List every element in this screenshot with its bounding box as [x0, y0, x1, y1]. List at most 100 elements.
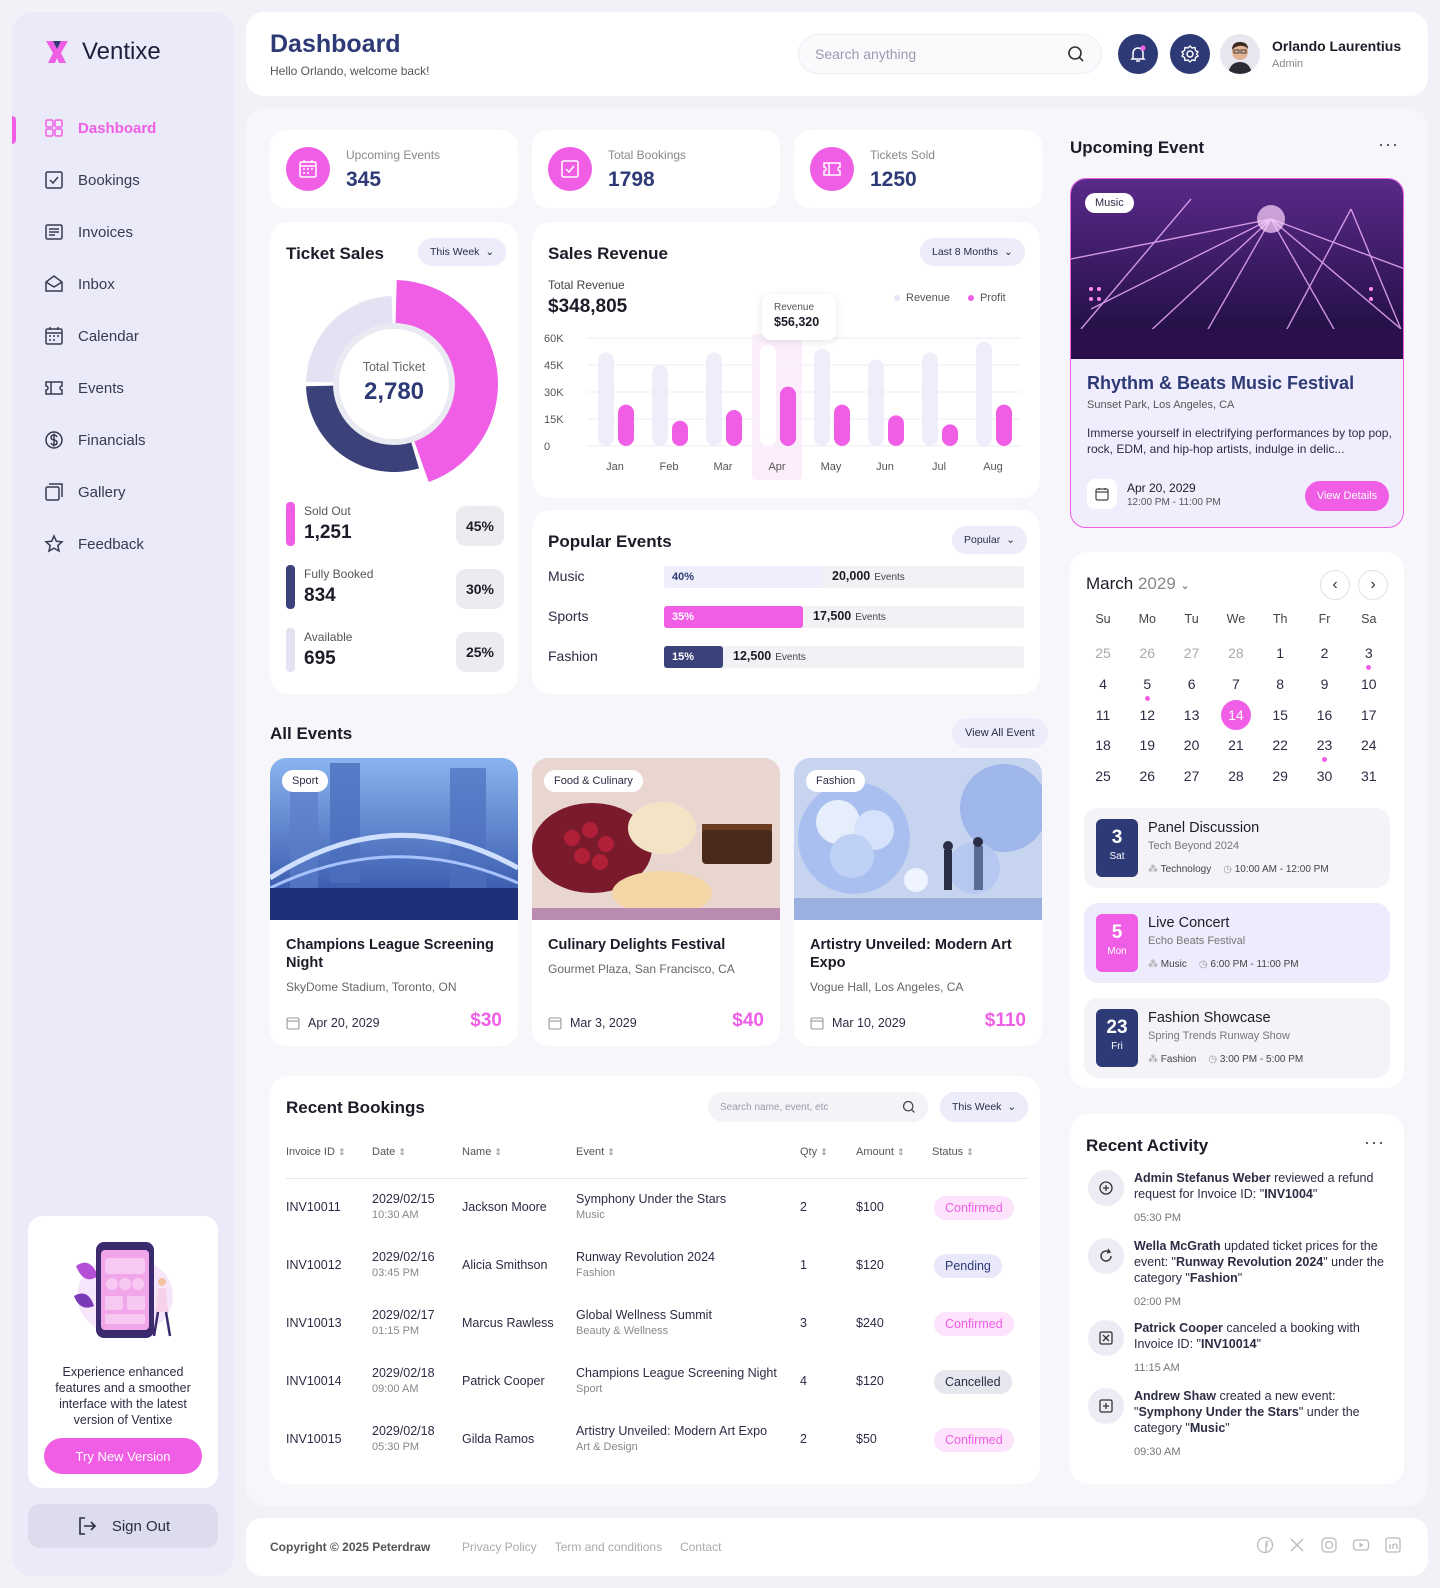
chevron-left-icon[interactable]: ‹: [1320, 570, 1350, 600]
logo[interactable]: Ventixe: [44, 38, 161, 66]
bar-profit[interactable]: [888, 415, 904, 446]
calendar-day[interactable]: 18: [1088, 730, 1118, 760]
terms-link[interactable]: Term and conditions: [555, 1540, 662, 1554]
table-header-amount[interactable]: Amount ⇕: [856, 1146, 905, 1158]
table-row[interactable]: INV10013 2029/02/17 01:15 PM Marcus Rawle…: [286, 1304, 1028, 1362]
view-all-events-button[interactable]: View All Event: [952, 718, 1048, 748]
calendar-day[interactable]: 19: [1132, 730, 1162, 760]
sidebar-item-inbox[interactable]: Inbox: [12, 258, 234, 310]
bookings-search[interactable]: Search name, event, etc: [708, 1092, 928, 1122]
bar-revenue[interactable]: [922, 352, 938, 446]
youtube-icon[interactable]: [1352, 1536, 1370, 1557]
bar-profit[interactable]: [942, 424, 958, 446]
calendar-day[interactable]: 27: [1177, 638, 1207, 668]
table-row[interactable]: INV10012 2029/02/16 03:45 PM Alicia Smith…: [286, 1246, 1028, 1304]
bar-profit[interactable]: [996, 404, 1012, 446]
calendar-day[interactable]: 20: [1177, 730, 1207, 760]
schedule-item[interactable]: 5 Mon Live Concert Echo Beats Festival ⁂ …: [1084, 903, 1390, 983]
sort-icon[interactable]: ⇕: [494, 1147, 502, 1157]
event-card[interactable]: Fashion Artistry Unveiled: Modern Art Ex…: [794, 758, 1042, 1046]
calendar-day[interactable]: 25: [1088, 638, 1118, 668]
calendar-day[interactable]: 21: [1221, 730, 1251, 760]
calendar-day[interactable]: 26: [1132, 761, 1162, 791]
sidebar-item-calendar[interactable]: Calendar: [12, 310, 234, 362]
privacy-policy-link[interactable]: Privacy Policy: [462, 1540, 537, 1554]
sort-icon[interactable]: ⇕: [338, 1147, 346, 1157]
sidebar-item-financials[interactable]: Financials: [12, 414, 234, 466]
calendar-day[interactable]: 16: [1310, 700, 1340, 730]
table-row[interactable]: INV10011 2029/02/15 10:30 AM Jackson Moor…: [286, 1188, 1028, 1246]
sort-icon[interactable]: ⇕: [966, 1147, 974, 1157]
calendar-day[interactable]: 12: [1132, 700, 1162, 730]
table-header-event[interactable]: Event ⇕: [576, 1146, 615, 1158]
bar-revenue[interactable]: [706, 352, 722, 446]
sidebar-item-feedback[interactable]: Feedback: [12, 518, 234, 570]
linkedin-icon[interactable]: [1384, 1536, 1402, 1557]
sort-icon[interactable]: ⇕: [398, 1147, 406, 1157]
calendar-day[interactable]: 8: [1265, 669, 1295, 699]
calendar-day[interactable]: 30: [1310, 761, 1340, 791]
bar-profit[interactable]: [780, 386, 796, 446]
x-icon[interactable]: [1288, 1536, 1306, 1557]
chevron-right-icon[interactable]: ›: [1358, 570, 1388, 600]
table-header-qty[interactable]: Qty ⇕: [800, 1146, 828, 1158]
bar-revenue[interactable]: [976, 341, 992, 446]
table-header-name[interactable]: Name ⇕: [462, 1146, 502, 1158]
calendar-day[interactable]: 25: [1088, 761, 1118, 791]
calendar-day[interactable]: 17: [1354, 700, 1384, 730]
calendar-day[interactable]: 11: [1088, 700, 1118, 730]
more-options-icon[interactable]: ···: [1378, 134, 1399, 155]
more-options-icon[interactable]: ···: [1364, 1132, 1385, 1153]
calendar-day[interactable]: 29: [1265, 761, 1295, 791]
sidebar-item-events[interactable]: Events: [12, 362, 234, 414]
sort-icon[interactable]: ⇕: [607, 1147, 615, 1157]
calendar-day[interactable]: 7: [1221, 669, 1251, 699]
ticket-sales-filter[interactable]: This Week ⌄: [418, 238, 507, 266]
calendar-day[interactable]: 28: [1221, 638, 1251, 668]
calendar-day[interactable]: 23: [1310, 730, 1340, 760]
event-card[interactable]: Sport Champions League Screening Night S…: [270, 758, 518, 1046]
bar-revenue[interactable]: [814, 348, 830, 446]
bar-revenue[interactable]: [760, 344, 776, 446]
table-header-date[interactable]: Date ⇕: [372, 1146, 406, 1158]
bar-revenue[interactable]: [598, 352, 614, 446]
calendar-day[interactable]: 31: [1354, 761, 1384, 791]
table-row[interactable]: INV10014 2029/02/18 09:00 AM Patrick Coop…: [286, 1362, 1028, 1420]
instagram-icon[interactable]: [1320, 1536, 1338, 1557]
avatar[interactable]: [1220, 34, 1260, 74]
bar-profit[interactable]: [726, 410, 742, 446]
bar-revenue[interactable]: [868, 359, 884, 446]
sign-out-button[interactable]: Sign Out: [28, 1504, 218, 1548]
notifications-button[interactable]: [1118, 34, 1158, 74]
calendar-day[interactable]: 26: [1132, 638, 1162, 668]
calendar-month-picker[interactable]: March 2029 ⌄: [1086, 574, 1190, 594]
settings-button[interactable]: [1170, 34, 1210, 74]
calendar-day[interactable]: 15: [1265, 700, 1295, 730]
schedule-item[interactable]: 3 Sat Panel Discussion Tech Beyond 2024 ⁂…: [1084, 808, 1390, 888]
calendar-day[interactable]: 13: [1177, 700, 1207, 730]
facebook-icon[interactable]: [1256, 1536, 1274, 1557]
calendar-day[interactable]: 4: [1088, 669, 1118, 699]
calendar-day[interactable]: 5: [1132, 669, 1162, 699]
sort-icon[interactable]: ⇕: [820, 1147, 828, 1157]
table-row[interactable]: INV10015 2029/02/18 05:30 PM Gilda Ramos …: [286, 1420, 1028, 1478]
calendar-day[interactable]: 22: [1265, 730, 1295, 760]
bookings-filter[interactable]: This Week ⌄: [940, 1092, 1029, 1122]
calendar-day[interactable]: 28: [1221, 761, 1251, 791]
upcoming-event-card[interactable]: Music Rhythm & Beats Music Festival Suns…: [1070, 178, 1404, 528]
search-icon[interactable]: [1067, 45, 1085, 63]
calendar-day[interactable]: 1: [1265, 638, 1295, 668]
calendar-day[interactable]: 6: [1177, 669, 1207, 699]
sidebar-item-bookings[interactable]: Bookings: [12, 154, 234, 206]
view-details-button[interactable]: View Details: [1305, 481, 1389, 511]
sidebar-item-invoices[interactable]: Invoices: [12, 206, 234, 258]
sort-icon[interactable]: ⇕: [897, 1147, 905, 1157]
bar-profit[interactable]: [834, 404, 850, 446]
revenue-filter[interactable]: Last 8 Months ⌄: [920, 238, 1025, 266]
try-new-version-button[interactable]: Try New Version: [44, 1438, 202, 1474]
table-header-invoice-id[interactable]: Invoice ID ⇕: [286, 1146, 346, 1158]
table-header-status[interactable]: Status ⇕: [932, 1146, 974, 1158]
schedule-item[interactable]: 23 Fri Fashion Showcase Spring Trends Run…: [1084, 998, 1390, 1078]
calendar-day[interactable]: 9: [1310, 669, 1340, 699]
calendar-day[interactable]: 10: [1354, 669, 1384, 699]
